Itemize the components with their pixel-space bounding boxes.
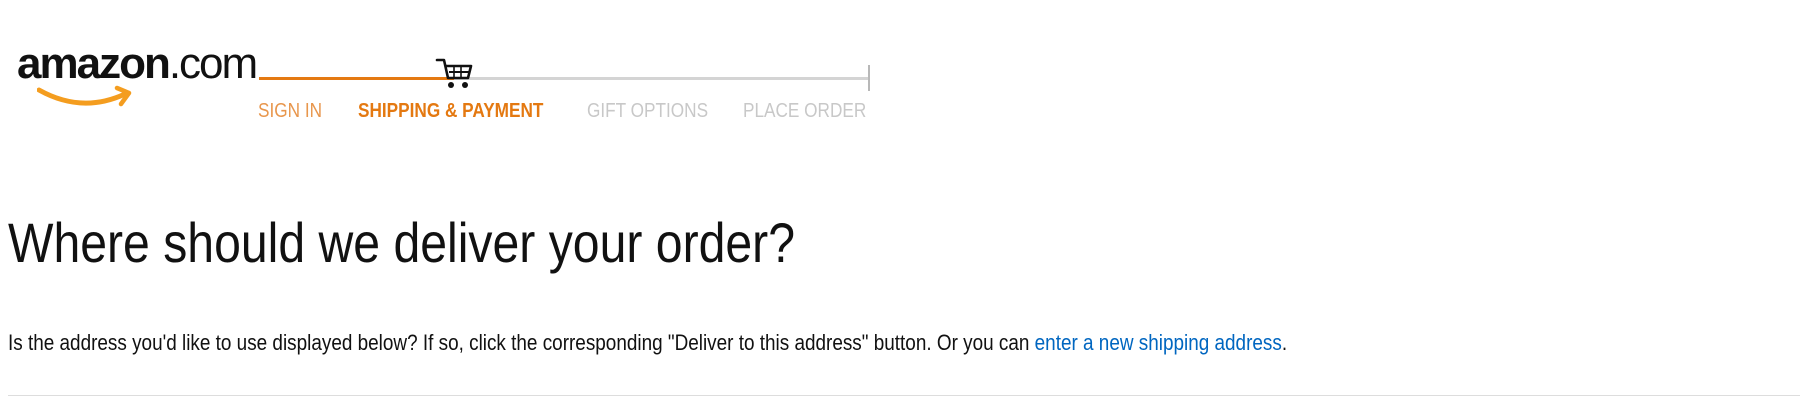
amazon-logo[interactable]: amazon.com bbox=[17, 38, 258, 118]
address-instructions: Is the address you'd like to use display… bbox=[8, 328, 1287, 358]
step-shipping-payment: SHIPPING & PAYMENT bbox=[358, 100, 544, 122]
step-place-order: PLACE ORDER bbox=[743, 100, 867, 122]
step-gift-options: GIFT OPTIONS bbox=[587, 100, 709, 122]
logo-text-suffix: .com bbox=[168, 39, 258, 88]
step-sign-in: SIGN IN bbox=[258, 100, 323, 122]
logo-smile-icon bbox=[37, 85, 132, 107]
progress-steps: SIGN IN SHIPPING & PAYMENT GIFT OPTIONS … bbox=[258, 96, 898, 126]
instructions-text: Is the address you'd like to use display… bbox=[8, 330, 1035, 355]
logo-wordmark: amazon.com bbox=[17, 38, 258, 90]
shopping-cart-icon bbox=[435, 58, 473, 88]
progress-fill bbox=[259, 77, 454, 80]
progress-end-cap bbox=[868, 65, 870, 91]
page-title: Where should we deliver your order? bbox=[8, 211, 796, 274]
logo-text-main: amazon bbox=[17, 39, 171, 88]
section-divider bbox=[8, 395, 1800, 396]
checkout-header: amazon.com SIGN IN SHIPPING & PAYMENT GI… bbox=[0, 0, 1800, 140]
enter-new-shipping-address-link[interactable]: enter a new shipping address bbox=[1035, 330, 1282, 355]
instructions-end: . bbox=[1281, 330, 1288, 355]
checkout-progress: SIGN IN SHIPPING & PAYMENT GIFT OPTIONS … bbox=[255, 52, 885, 132]
